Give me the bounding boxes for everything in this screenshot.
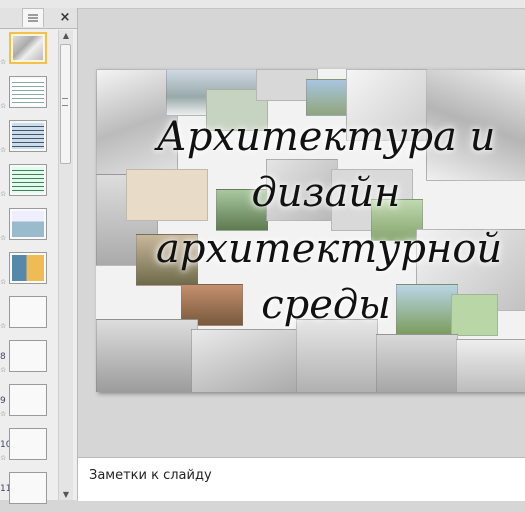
transition-icon: ☆ bbox=[0, 322, 7, 330]
slide-number: 9 bbox=[0, 396, 6, 406]
close-pane-button[interactable]: × bbox=[56, 8, 74, 27]
grip-icon bbox=[62, 98, 68, 106]
scroll-down-icon[interactable]: ▼ bbox=[59, 490, 73, 499]
slide-thumbnail[interactable] bbox=[9, 208, 47, 240]
transition-icon: ☆ bbox=[0, 278, 7, 286]
close-icon: × bbox=[59, 10, 71, 25]
slide-thumb-row[interactable]: 9 ☆ bbox=[0, 384, 57, 424]
slide-thumb-row[interactable]: ☆ bbox=[0, 76, 57, 116]
slides-pane: × ☆ ☆ ☆ ☆ ☆ ☆ ☆ 8 ☆ 9 ☆ 10 ☆ 11 ▲ ▼ bbox=[0, 8, 78, 504]
slide-thumbnail[interactable] bbox=[9, 428, 47, 460]
slide-thumbnail[interactable] bbox=[9, 296, 47, 328]
transition-icon: ☆ bbox=[0, 146, 7, 154]
scroll-up-icon[interactable]: ▲ bbox=[59, 31, 73, 40]
tab-outline[interactable] bbox=[22, 8, 44, 27]
title-line: архитектурной bbox=[156, 226, 503, 272]
transition-icon: ☆ bbox=[0, 234, 7, 242]
notes-placeholder: Заметки к слайду bbox=[89, 468, 212, 483]
slide-thumb-row[interactable]: ☆ bbox=[0, 252, 57, 292]
top-strip bbox=[0, 0, 525, 9]
slide-thumbnail[interactable] bbox=[9, 340, 47, 372]
title-line: дизайн bbox=[251, 170, 401, 216]
slide-canvas[interactable]: Архитектура и дизайн архитектурной среды bbox=[96, 69, 525, 392]
pane-tabs: × bbox=[0, 8, 77, 29]
slide-thumb-row[interactable]: ☆ bbox=[0, 164, 57, 204]
slide-thumbnail[interactable] bbox=[9, 472, 47, 504]
slide-thumb-row[interactable]: 11 bbox=[0, 472, 57, 512]
transition-icon: ☆ bbox=[0, 366, 7, 374]
thumbnail-list: ☆ ☆ ☆ ☆ ☆ ☆ ☆ 8 ☆ 9 ☆ 10 ☆ 11 bbox=[0, 30, 57, 504]
transition-icon: ☆ bbox=[0, 410, 7, 418]
slide-thumbnail[interactable] bbox=[9, 252, 47, 284]
slide-thumb-row[interactable]: ☆ bbox=[0, 120, 57, 160]
transition-icon: ☆ bbox=[0, 190, 7, 198]
slide-thumb-row[interactable]: ☆ bbox=[0, 296, 57, 336]
pane-scrollbar[interactable]: ▲ ▼ bbox=[58, 30, 73, 500]
slide-title[interactable]: Архитектура и дизайн архитектурной среды bbox=[156, 109, 503, 333]
slide-number: 8 bbox=[0, 352, 6, 362]
title-line: Архитектура и bbox=[156, 114, 496, 160]
slide-thumbnail[interactable] bbox=[9, 120, 47, 152]
tab-slides[interactable] bbox=[0, 8, 20, 27]
slide-thumb-row[interactable]: 10 ☆ bbox=[0, 428, 57, 468]
title-line: среды bbox=[261, 282, 391, 328]
slide-thumbnail[interactable] bbox=[9, 32, 47, 64]
slide-thumb-row[interactable]: ☆ bbox=[0, 32, 57, 72]
transition-icon: ☆ bbox=[0, 58, 7, 66]
slide-thumbnail[interactable] bbox=[9, 384, 47, 416]
outline-icon bbox=[28, 14, 38, 22]
slide-thumb-row[interactable]: 8 ☆ bbox=[0, 340, 57, 380]
transition-icon: ☆ bbox=[0, 102, 7, 110]
slide-thumb-row[interactable]: ☆ bbox=[0, 208, 57, 248]
notes-pane[interactable]: Заметки к слайду bbox=[78, 457, 525, 501]
slide-thumbnail[interactable] bbox=[9, 76, 47, 108]
slide-thumbnail[interactable] bbox=[9, 164, 47, 196]
transition-icon: ☆ bbox=[0, 454, 7, 462]
